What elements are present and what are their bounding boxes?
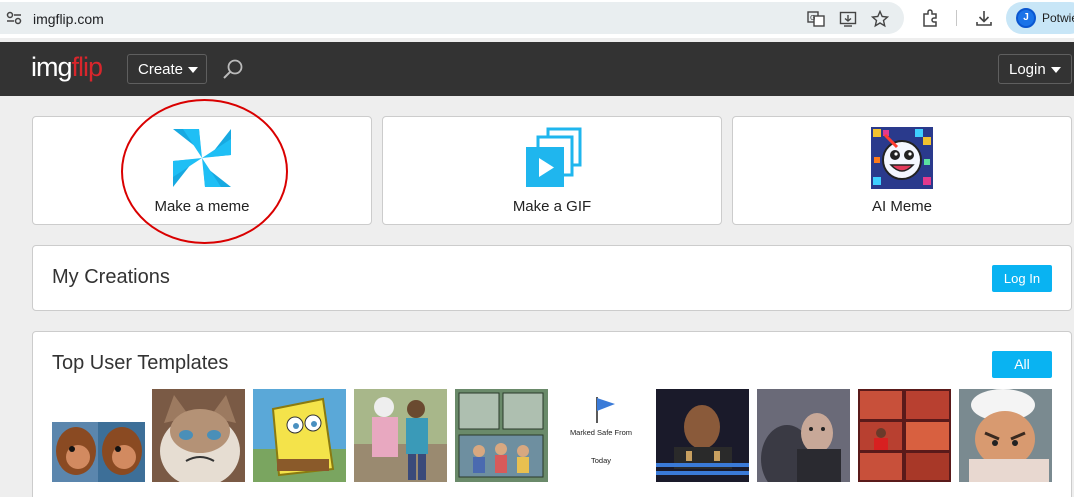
pinwheel-icon xyxy=(173,129,231,187)
gif-stack-icon xyxy=(526,127,582,187)
all-templates-button[interactable]: All xyxy=(992,351,1052,378)
template-thumbnail-mocking-spongebob[interactable] xyxy=(253,389,346,482)
template-thumbnail-monkey-puppet[interactable] xyxy=(52,389,145,482)
template-thumbnail-marked-safe[interactable]: Marked Safe From Today xyxy=(555,389,648,482)
ai-meme-label: AI Meme xyxy=(871,198,932,215)
svg-text:G: G xyxy=(810,14,815,22)
site-header: imgflip Create Login xyxy=(0,42,1074,96)
make-meme-label: Make a meme xyxy=(154,198,250,215)
create-dropdown-button[interactable]: Create xyxy=(127,54,207,84)
profile-name: Potwie xyxy=(1042,11,1074,25)
grumpy-cat-image xyxy=(152,389,245,482)
browser-toolbar: imgflip.com G J Potwie xyxy=(0,0,1074,38)
extensions-icon[interactable] xyxy=(920,8,940,28)
make-gif-label: Make a GIF xyxy=(512,198,592,215)
download-icon[interactable] xyxy=(974,8,994,28)
search-icon[interactable] xyxy=(222,58,244,80)
template-thumbnail-steve-harvey[interactable] xyxy=(656,389,749,482)
template-thumbnail-grandma-walker[interactable] xyxy=(354,389,447,482)
logo-img-text: img xyxy=(31,52,73,82)
top-templates-title: Top User Templates xyxy=(52,352,229,374)
login-dropdown-button[interactable]: Login xyxy=(998,54,1072,84)
my-creations-panel: My Creations Log In xyxy=(32,245,1072,311)
address-bar[interactable]: imgflip.com G xyxy=(0,2,904,34)
classroom-image xyxy=(455,389,548,482)
wrestler-image xyxy=(757,389,850,482)
make-gif-card[interactable]: Make a GIF xyxy=(382,116,722,225)
mocking-spongebob-image xyxy=(253,389,346,482)
toolbar-divider xyxy=(956,10,957,26)
ai-meme-icon xyxy=(871,127,933,189)
template-thumbnail-oprah[interactable] xyxy=(858,389,951,482)
caret-down-icon xyxy=(1050,67,1061,74)
monkey-puppet-image xyxy=(52,389,145,482)
marked-safe-image: Marked Safe From Today xyxy=(555,389,648,482)
login-label: Login xyxy=(1009,61,1046,78)
grandma-walker-image xyxy=(354,389,447,482)
imgflip-logo[interactable]: imgflip xyxy=(31,52,104,83)
template-thumbnail-wrestler[interactable] xyxy=(757,389,850,482)
log-in-button[interactable]: Log In xyxy=(992,265,1052,292)
skinner-chef-image xyxy=(959,389,1052,482)
oprah-image xyxy=(858,389,951,482)
caret-down-icon xyxy=(188,67,199,74)
marked-safe-line1: Marked Safe From xyxy=(570,428,632,437)
ai-meme-card[interactable]: AI Meme xyxy=(732,116,1072,225)
profile-chip[interactable]: J Potwie xyxy=(1006,2,1074,34)
template-thumbnail-grumpy-cat[interactable] xyxy=(152,389,245,482)
star-bookmark-icon[interactable] xyxy=(871,10,889,28)
my-creations-title: My Creations xyxy=(52,266,170,288)
make-meme-card[interactable]: Make a meme xyxy=(32,116,372,225)
create-label: Create xyxy=(138,61,184,78)
translate-icon[interactable]: G xyxy=(807,10,825,28)
avatar: J xyxy=(1016,8,1036,28)
marked-safe-line2: Today xyxy=(591,456,611,465)
url-text[interactable]: imgflip.com xyxy=(33,11,104,27)
install-app-icon[interactable] xyxy=(839,10,857,28)
steve-harvey-image xyxy=(656,389,749,482)
site-settings-icon[interactable] xyxy=(6,11,22,25)
logo-flip-text: flip xyxy=(71,52,104,82)
template-thumbnail-classroom[interactable] xyxy=(455,389,548,482)
template-thumbnail-skinner-chef[interactable] xyxy=(959,389,1052,482)
